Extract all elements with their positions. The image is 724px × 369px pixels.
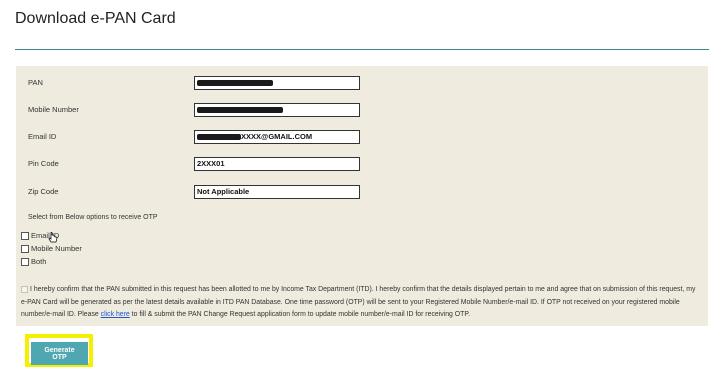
- zip-field[interactable]: Not Applicable: [194, 185, 360, 199]
- pan-field[interactable]: [194, 76, 360, 90]
- pin-value: 2XXX01: [197, 159, 225, 168]
- redaction-mark: [197, 107, 283, 113]
- email-value: XXXX@GMAIL.COM: [241, 132, 313, 141]
- email-checkbox[interactable]: [21, 231, 29, 240]
- otp-option-both[interactable]: Both: [21, 257, 46, 266]
- both-checkbox[interactable]: [21, 257, 29, 266]
- zip-value: Not Applicable: [197, 187, 250, 196]
- email-label: Email ID: [28, 132, 57, 141]
- page-title: Download e-PAN Card: [15, 10, 176, 27]
- zip-label: Zip Code: [28, 187, 59, 196]
- title-divider: [15, 49, 709, 50]
- mobile-label: Mobile Number: [28, 105, 79, 114]
- pin-field[interactable]: 2XXX01: [194, 157, 360, 171]
- confirmation-text-part: to fill & submit the PAN Change Request …: [129, 311, 470, 318]
- otp-option-mobile[interactable]: Mobile Number: [21, 244, 82, 253]
- otp-options-heading: Select from Below options to receive OTP: [28, 214, 158, 221]
- click-here-link[interactable]: click here: [101, 311, 130, 318]
- redaction-mark: [197, 134, 241, 140]
- otp-option-label: Both: [31, 257, 47, 266]
- email-field[interactable]: XXXX@GMAIL.COM: [194, 130, 360, 144]
- hand-cursor-icon: [48, 232, 58, 243]
- mobile-checkbox[interactable]: [21, 244, 29, 253]
- pan-label: PAN: [28, 78, 43, 87]
- mobile-field[interactable]: [194, 103, 360, 117]
- confirmation-text: I hereby confirm that the PAN submitted …: [21, 284, 699, 322]
- redaction-mark: [197, 80, 273, 86]
- otp-option-label: Mobile Number: [31, 244, 82, 253]
- generate-otp-button[interactable]: Generate OTP: [31, 342, 88, 365]
- pin-label: Pin Code: [28, 159, 59, 168]
